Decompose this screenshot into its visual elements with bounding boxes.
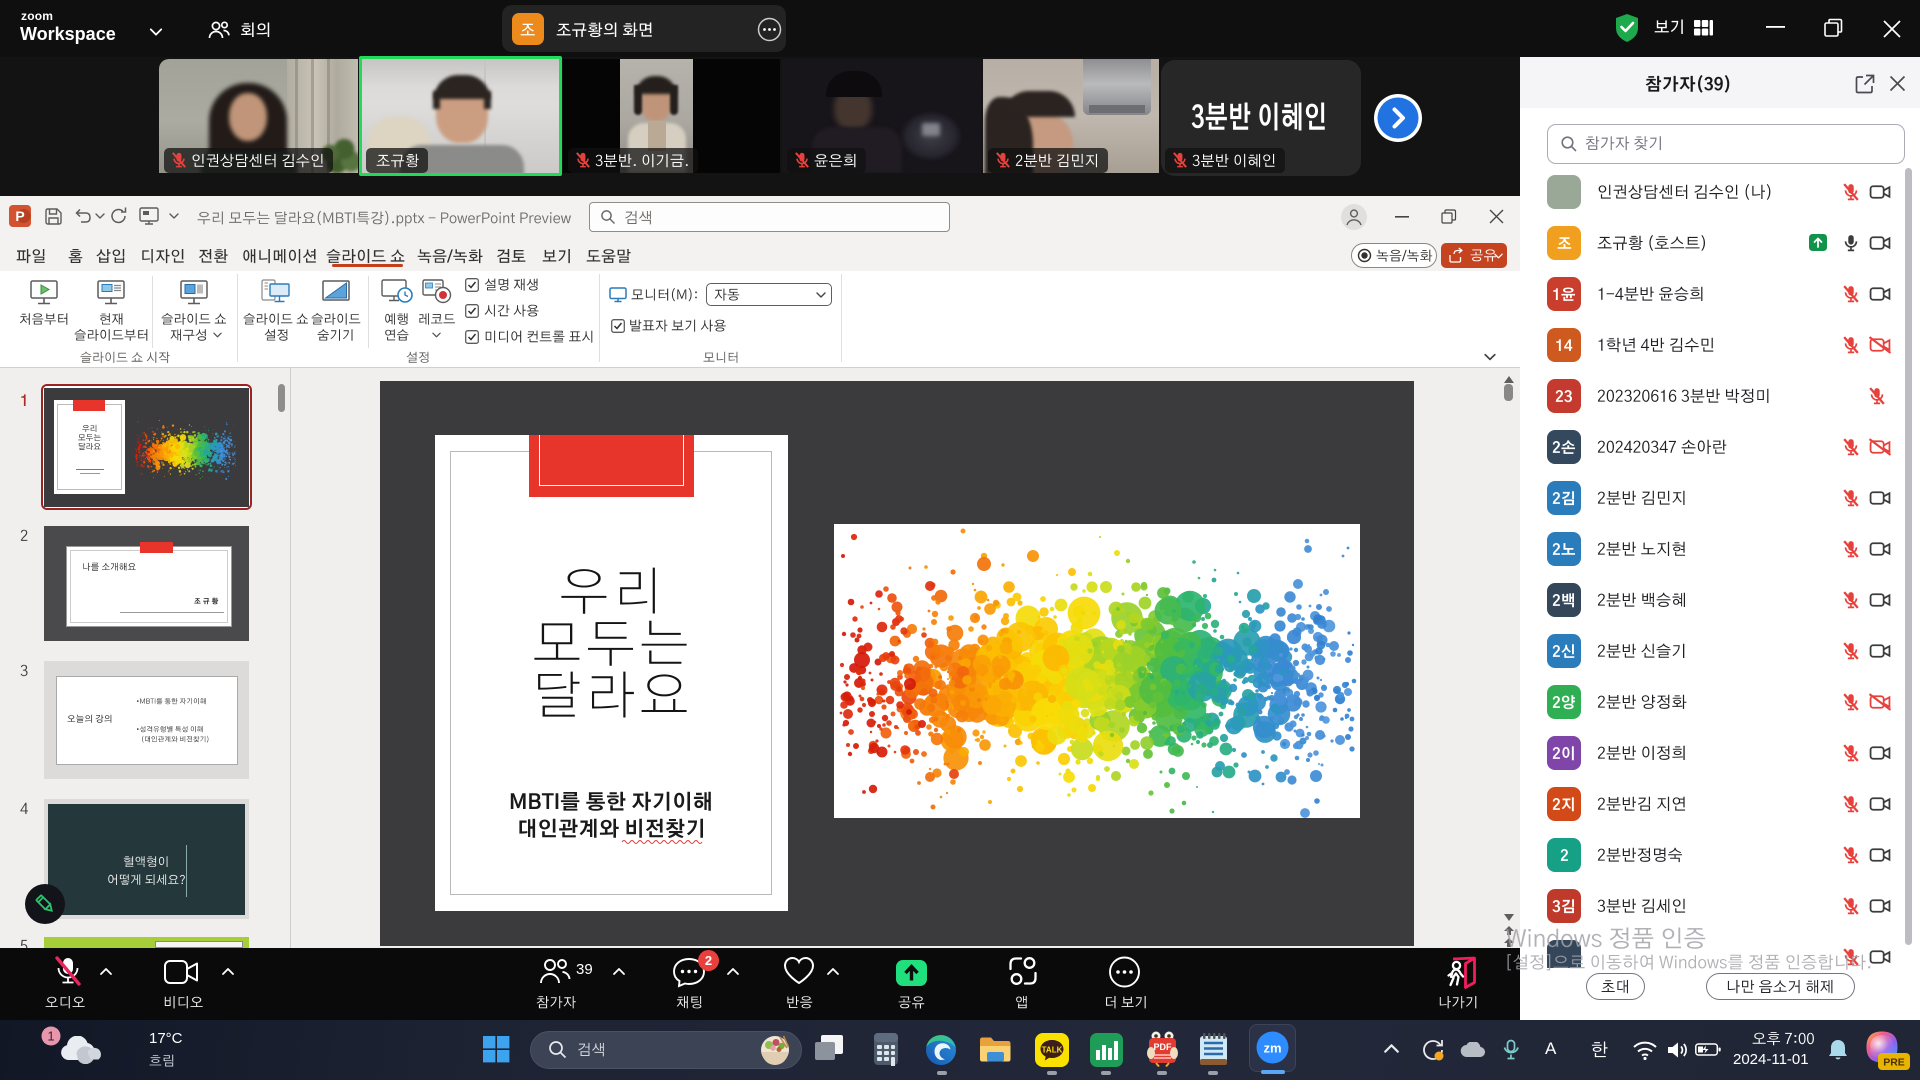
- svg-text:P: P: [15, 208, 24, 224]
- svg-text:zm: zm: [1263, 1041, 1281, 1056]
- svg-text:TALK: TALK: [1042, 1046, 1063, 1055]
- svg-text:PDF: PDF: [1154, 1042, 1173, 1052]
- svg-text:2: 2: [705, 953, 712, 968]
- svg-text:1: 1: [47, 1029, 54, 1044]
- svg-text:PRE: PRE: [1883, 1057, 1905, 1069]
